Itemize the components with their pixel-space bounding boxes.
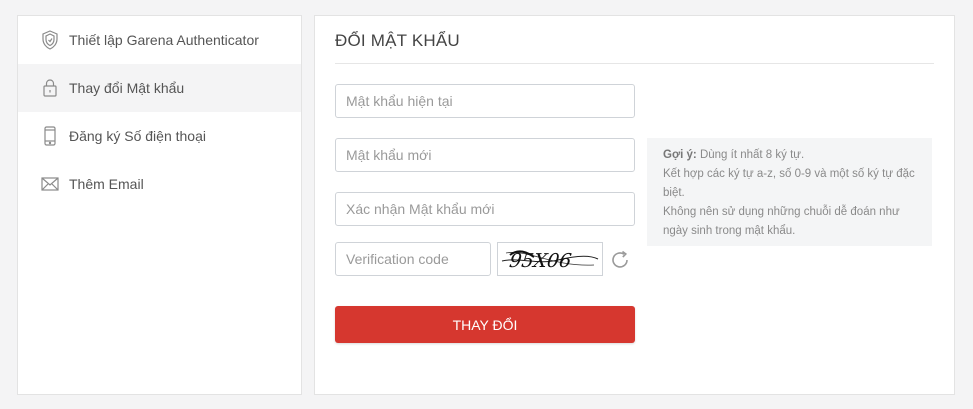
- sidebar-item-change-password[interactable]: Thay đổi Mật khẩu: [18, 64, 301, 112]
- sidebar-item-label: Thay đổi Mật khẩu: [69, 80, 185, 96]
- change-password-button[interactable]: THAY ĐỔI: [335, 306, 635, 343]
- sidebar-item-label: Thêm Email: [69, 176, 144, 192]
- password-hint-box: Gợi ý: Dùng ít nhất 8 ký tự. Kết hợp các…: [647, 138, 932, 246]
- sidebar-item-email[interactable]: Thêm Email: [18, 160, 301, 208]
- shield-icon: [40, 30, 60, 50]
- sidebar-item-label: Thiết lập Garena Authenticator: [69, 32, 259, 48]
- sidebar-item-authenticator[interactable]: Thiết lập Garena Authenticator: [18, 16, 301, 64]
- lock-icon: [40, 78, 60, 98]
- sidebar-item-phone[interactable]: Đăng ký Số điện thoại: [18, 112, 301, 160]
- sidebar: Thiết lập Garena Authenticator Thay đổi …: [17, 15, 302, 395]
- hint-line-1: Dùng ít nhất 8 ký tự.: [699, 149, 805, 161]
- verification-code-input[interactable]: [335, 242, 491, 276]
- title-divider: [335, 63, 934, 64]
- hint-label: Gợi ý:: [663, 149, 697, 161]
- hint-line-2: Kết hợp các ký tự a-z, số 0-9 và một số …: [663, 168, 915, 199]
- confirm-password-input[interactable]: [335, 192, 635, 226]
- sidebar-item-label: Đăng ký Số điện thoại: [69, 128, 206, 144]
- hint-line-3: Không nên sử dụng những chuỗi dễ đoán nh…: [663, 206, 900, 237]
- change-password-panel: ĐỔI MẬT KHẨU 95X06 Gợi ý: Dùng ít nhất 8…: [314, 15, 955, 395]
- refresh-captcha-icon[interactable]: [609, 249, 631, 271]
- current-password-input[interactable]: [335, 84, 635, 118]
- phone-icon: [40, 126, 60, 146]
- mail-icon: [40, 174, 60, 194]
- captcha-image: 95X06: [497, 242, 603, 276]
- page-title: ĐỔI MẬT KHẨU: [335, 31, 460, 50]
- new-password-input[interactable]: [335, 138, 635, 172]
